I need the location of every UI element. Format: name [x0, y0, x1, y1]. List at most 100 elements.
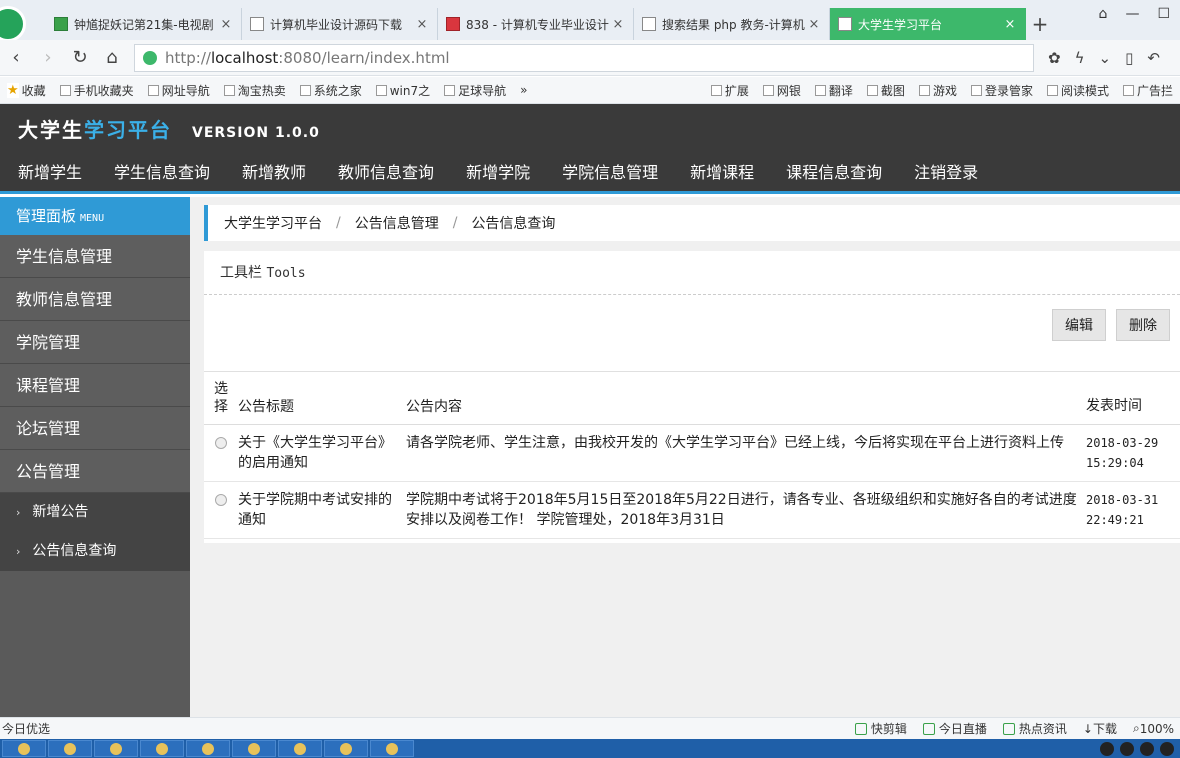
undo-icon[interactable]: ↶ [1147, 49, 1160, 67]
taskbar-app[interactable] [94, 740, 138, 757]
extension-icon[interactable]: ✿ [1048, 49, 1061, 67]
chevron-down-icon[interactable]: ⌄ [1098, 49, 1111, 67]
maximize-icon[interactable]: ☐ [1157, 6, 1170, 22]
bookmark-item[interactable]: 淘宝热卖 [217, 82, 293, 99]
download-button[interactable]: ↓ 下载 [1083, 720, 1117, 737]
zoom-level[interactable]: ⌕ 100% [1133, 720, 1174, 737]
reload-button[interactable]: ↻ [64, 42, 96, 74]
page-icon [250, 17, 264, 31]
skin-icon[interactable]: ⌂ [1099, 6, 1108, 22]
live-button[interactable]: 今日直播 [922, 720, 987, 737]
qq-icon[interactable] [1140, 741, 1154, 756]
page-icon [299, 84, 311, 96]
delete-button[interactable]: 删除 [1116, 309, 1170, 341]
table-row[interactable]: 关于《大学生学习平台》的启用通知 请各学院老师、学生注意，由我校开发的《大学生学… [204, 424, 1180, 482]
login-manager-button[interactable]: 登录管家 [964, 82, 1040, 99]
reader-mode-button[interactable]: 阅读模式 [1040, 82, 1116, 99]
screenshot-button[interactable]: 截图 [860, 82, 912, 99]
column-header-content: 公告内容 [402, 372, 1082, 425]
taskbar-app[interactable] [370, 740, 414, 757]
announcement-title: 关于学院期中考试安排的通知 [234, 481, 402, 539]
sidebar-subitem-label: 新增公告 [32, 504, 89, 520]
adblock-button[interactable]: 广告拦 [1116, 82, 1180, 99]
sidebar-item-announcements[interactable]: 公告管理 [0, 450, 190, 493]
tool-label: 网银 [776, 83, 801, 98]
taskbar-app[interactable] [232, 740, 276, 757]
taskbar-app[interactable] [186, 740, 230, 757]
bookmark-item[interactable]: 手机收藏夹 [53, 82, 141, 99]
toolbar-title-en: Tools [266, 266, 306, 281]
qq-icon[interactable] [1120, 741, 1134, 756]
nav-add-student[interactable]: 新增学生 [0, 156, 98, 190]
phone-icon[interactable]: ▯ [1125, 49, 1133, 67]
browser-tab-3[interactable]: 838 - 计算机专业毕业设计 × [438, 8, 634, 40]
extensions-button[interactable]: 扩展 [704, 82, 756, 99]
close-icon[interactable]: × [219, 17, 233, 32]
nav-add-course[interactable]: 新增课程 [674, 156, 770, 190]
close-icon[interactable]: × [807, 17, 821, 32]
nav-add-college[interactable]: 新增学院 [450, 156, 546, 190]
close-icon[interactable]: × [1003, 17, 1017, 32]
qq-icon[interactable] [1160, 741, 1174, 756]
bookmark-more[interactable]: » [513, 83, 534, 97]
nav-logout[interactable]: 注销登录 [898, 156, 994, 190]
close-icon[interactable]: × [611, 17, 625, 32]
taskbar-app[interactable] [324, 740, 368, 757]
start-button[interactable] [2, 740, 46, 757]
announcement-time: 2018-03-31 22:49:21 [1082, 481, 1180, 539]
sidebar-item-forum[interactable]: 论坛管理 [0, 407, 190, 450]
netbank-button[interactable]: 网银 [756, 82, 808, 99]
edit-button[interactable]: 编辑 [1052, 309, 1106, 341]
translate-button[interactable]: 翻译 [808, 82, 860, 99]
nav-teacher-query[interactable]: 教师信息查询 [322, 156, 450, 190]
chevron-right-icon: › [16, 506, 21, 519]
row-radio[interactable] [215, 494, 227, 506]
bookmark-item[interactable]: 足球导航 [437, 82, 513, 99]
forward-button[interactable]: › [32, 42, 64, 74]
sidebar-item-courses[interactable]: 课程管理 [0, 364, 190, 407]
url-input[interactable]: http://localhost:8080/learn/index.html [134, 43, 1034, 72]
row-radio[interactable] [215, 437, 227, 449]
browser-tab-4[interactable]: 搜索结果 php 教务-计算机 × [634, 8, 830, 40]
sidebar-subitem-add-announcement[interactable]: › 新增公告 [0, 493, 190, 532]
nav-college-manage[interactable]: 学院信息管理 [546, 156, 674, 190]
browser-tab-2[interactable]: 计算机毕业设计源码下载 × [242, 8, 438, 40]
bookmark-item[interactable]: 网址导航 [141, 82, 217, 99]
tool-label: 登录管家 [984, 83, 1033, 98]
nav-course-query[interactable]: 课程信息查询 [770, 156, 898, 190]
browser-tab-5[interactable]: 大学生学习平台 × [830, 8, 1026, 40]
status-left-text[interactable]: 今日优选 [0, 720, 50, 737]
close-icon[interactable]: × [415, 17, 429, 32]
browser-tab-label: 钟馗捉妖记第21集-电视剧 [74, 17, 214, 32]
sidebar-item-colleges[interactable]: 学院管理 [0, 321, 190, 364]
taskbar-app[interactable] [48, 740, 92, 757]
bolt-icon[interactable]: ϟ [1075, 49, 1085, 67]
taskbar-app[interactable] [140, 740, 184, 757]
tool-label: 翻译 [828, 83, 853, 98]
nav-student-query[interactable]: 学生信息查询 [98, 156, 226, 190]
new-tab-button[interactable]: + [1026, 8, 1054, 40]
bookmark-item[interactable]: ★ 收藏 [0, 82, 53, 99]
hot-news-button[interactable]: 热点资讯 [1002, 720, 1067, 737]
home-button[interactable]: ⌂ [96, 42, 128, 74]
download-icon: ↓ [1082, 721, 1093, 736]
games-button[interactable]: 游戏 [912, 82, 964, 99]
breadcrumb-item[interactable]: 大学生学习平台 [224, 213, 322, 233]
back-button[interactable]: ‹ [0, 42, 32, 74]
breadcrumb-item[interactable]: 公告信息管理 [355, 213, 439, 233]
bookmark-item[interactable]: 系统之家 [293, 82, 369, 99]
sidebar-subitem-query-announcement[interactable]: › 公告信息查询 [0, 532, 190, 571]
quick-edit-button[interactable]: 快剪辑 [854, 720, 907, 737]
bookmark-item[interactable]: win7之 [369, 82, 437, 99]
qq-icon[interactable] [1100, 741, 1114, 756]
nav-add-teacher[interactable]: 新增教师 [226, 156, 322, 190]
block-icon [1122, 84, 1134, 96]
sidebar-item-teachers[interactable]: 教师信息管理 [0, 278, 190, 321]
bank-icon [762, 84, 774, 96]
minimize-icon[interactable]: — [1125, 6, 1139, 22]
key-icon [970, 84, 982, 96]
browser-tab-1[interactable]: 钟馗捉妖记第21集-电视剧 × [46, 8, 242, 40]
sidebar-item-students[interactable]: 学生信息管理 [0, 235, 190, 278]
taskbar-app[interactable] [278, 740, 322, 757]
table-row[interactable]: 关于学院期中考试安排的通知 学院期中考试将于2018年5月15日至2018年5月… [204, 481, 1180, 539]
